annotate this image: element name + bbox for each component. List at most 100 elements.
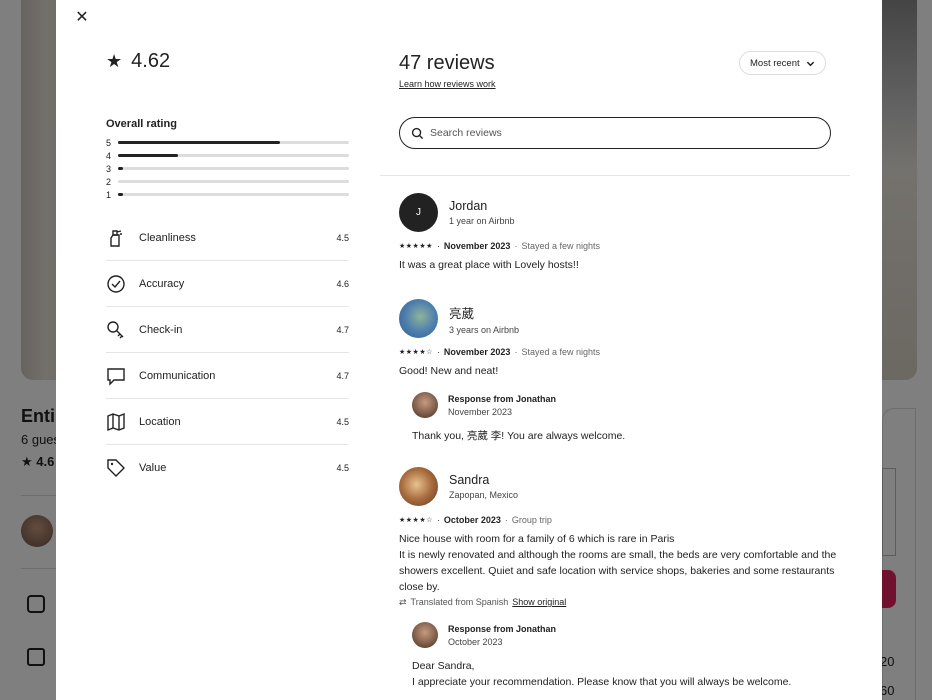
category-value: 4.5: [336, 232, 349, 243]
category-row: Communication 4.7: [106, 353, 349, 399]
response-text-line: I appreciate your recommendation. Please…: [412, 676, 792, 688]
rating-bar-fill: [118, 154, 179, 157]
reviewer-subtitle: 3 years on Airbnb: [449, 324, 520, 335]
rating-bar-fill: [118, 141, 280, 144]
category-name: Check-in: [139, 323, 183, 336]
category-row: Cleanliness 4.5: [106, 215, 349, 261]
rating-bar-track: [118, 193, 349, 196]
search-icon: [411, 127, 424, 139]
category-name: Accuracy: [139, 277, 185, 290]
learn-how-reviews-work-link[interactable]: Learn how reviews work: [399, 79, 496, 89]
category-row: Value 4.5: [106, 445, 349, 491]
category-row: Location 4.5: [106, 399, 349, 445]
category-value: 4.6: [336, 278, 349, 289]
rating-bar-track: [118, 141, 349, 144]
review-stay: Group trip: [511, 515, 552, 525]
review-stars: ★★★★☆: [399, 517, 433, 524]
response-text: Thank you, 亮葳 李! You are always welcome.: [412, 430, 626, 442]
rating-bar-label: 4: [106, 150, 112, 161]
category-name: Value: [139, 462, 167, 474]
review-stay: Stayed a few nights: [521, 241, 600, 251]
response-date: October 2023: [448, 636, 503, 647]
key-icon: [106, 320, 126, 340]
translate-icon: ⇄: [399, 597, 407, 607]
host-response: Response from Jonathan October 2023 Dear…: [412, 622, 839, 690]
overall-rating-value: 4.62: [131, 50, 171, 72]
category-value: 4.5: [336, 416, 349, 427]
rating-bar-row: 4: [106, 149, 349, 162]
review-stars: ★★★★★: [399, 243, 433, 250]
response-text-line: Dear Sandra,: [412, 660, 475, 672]
reviewer-avatar[interactable]: [399, 299, 438, 338]
review-text: Good! New and neat!: [399, 365, 499, 377]
review-text-line: Nice house with room for a family of 6 w…: [399, 533, 675, 545]
review-text: It was a great place with Lovely hosts!!: [399, 259, 579, 271]
rating-bar-row: 3: [106, 162, 349, 175]
reviewer-subtitle: Zapopan, Mexico: [449, 490, 519, 500]
review-text-line: It is newly renovated and although the r…: [399, 549, 837, 593]
search-input[interactable]: [430, 127, 810, 139]
review-item: 亮葳 3 years on Airbnb ★★★★☆ · November 20…: [399, 299, 839, 444]
spray-bottle-icon: [106, 228, 126, 248]
host-avatar[interactable]: [412, 622, 438, 648]
category-name: Location: [139, 415, 181, 428]
rating-bar-row: 5: [106, 136, 349, 149]
rating-bar-label: 3: [106, 163, 112, 174]
category-value: 4.7: [336, 324, 349, 335]
rating-bar-label: 5: [106, 137, 112, 148]
reviews-count: 47 reviews: [399, 52, 495, 74]
rating-bar-row: 1: [106, 188, 349, 201]
reviewer-avatar[interactable]: J: [399, 193, 438, 232]
chevron-down-icon: [806, 61, 814, 66]
reviewer-name: Jordan: [449, 199, 488, 213]
check-circle-icon: [106, 274, 126, 294]
category-value: 4.7: [336, 370, 349, 381]
review-text: Nice house with room for a family of 6 w…: [399, 531, 839, 595]
overall-rating: ★ 4.62: [106, 50, 349, 73]
response-label: Response from Jonathan: [448, 393, 557, 404]
review-stars: ★★★★☆: [399, 349, 433, 356]
rating-bar-fill: [118, 167, 123, 170]
response-label: Response from Jonathan: [448, 623, 557, 634]
separator: ·: [436, 241, 440, 251]
reviewer-name: 亮葳: [449, 306, 475, 321]
category-name: Cleanliness: [139, 231, 196, 244]
category-ratings: Cleanliness 4.5 Accuracy 4.6 Check-in 4.7 Comm…: [106, 215, 349, 491]
message-bubble-icon: [106, 366, 126, 386]
review-date: November 2023: [443, 347, 511, 357]
sort-dropdown[interactable]: Most recent: [739, 51, 826, 75]
rating-bar-track: [118, 154, 349, 157]
response-text: Dear Sandra, I appreciate your recommend…: [412, 658, 839, 690]
separator: ·: [514, 241, 518, 251]
star-icon: ★: [106, 51, 123, 71]
separator: ·: [436, 347, 440, 357]
show-original-link[interactable]: Show original: [512, 597, 566, 608]
rating-distribution: 5 4 3 2 1: [106, 136, 349, 201]
rating-bar-row: 2: [106, 175, 349, 188]
separator: ·: [504, 515, 508, 525]
review-stay: Stayed a few nights: [521, 347, 600, 357]
separator: ·: [436, 515, 440, 525]
review-item: J Jordan 1 year on Airbnb ★★★★★ · Novemb…: [399, 193, 839, 273]
close-button[interactable]: ✕: [72, 8, 92, 28]
category-row: Check-in 4.7: [106, 307, 349, 353]
reviews-modal: ✕ ★ 4.62 Overall rating 5 4 3 2 1 Cleanlines…: [56, 0, 882, 700]
host-avatar[interactable]: [412, 392, 438, 418]
sort-label: Most recent: [750, 57, 800, 69]
reviewer-subtitle: 1 year on Airbnb: [449, 216, 515, 226]
search-box[interactable]: [399, 117, 831, 149]
category-name: Communication: [139, 369, 216, 382]
rating-bar-track: [118, 167, 349, 170]
rating-bar-track: [118, 180, 349, 183]
rating-bar-label: 1: [106, 189, 112, 200]
category-value: 4.5: [336, 463, 349, 473]
category-row: Accuracy 4.6: [106, 261, 349, 307]
response-date: November 2023: [448, 406, 513, 417]
review-item: Sandra Zapopan, Mexico ★★★★☆ · October 2…: [399, 467, 839, 690]
translation-note: ⇄ Translated from Spanish Show original: [399, 597, 839, 608]
separator: ·: [514, 347, 518, 357]
review-date: November 2023: [443, 241, 511, 251]
reviewer-avatar[interactable]: [399, 467, 438, 506]
ratings-summary: ★ 4.62 Overall rating 5 4 3 2 1 Cleanliness 4…: [106, 50, 349, 491]
host-response: Response from Jonathan November 2023 Tha…: [412, 392, 839, 444]
